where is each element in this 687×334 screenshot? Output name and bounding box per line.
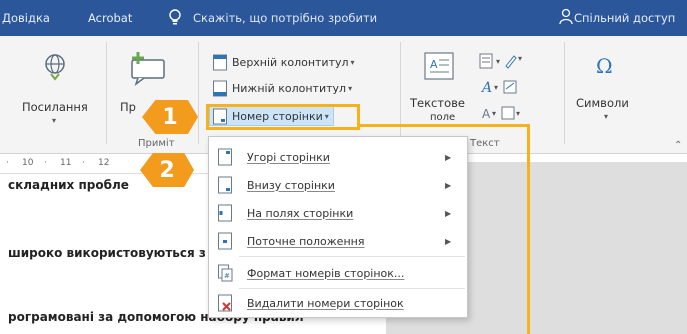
current-position-icon [218, 232, 232, 250]
menu-item-remove-page-numbers[interactable]: Видалити номери сторінок [209, 291, 467, 315]
svg-text:▾: ▾ [494, 83, 498, 92]
textbox-label-line2: поле [430, 112, 456, 123]
menu-separator [239, 256, 465, 257]
omega-symbol-icon: Ω [596, 54, 613, 78]
chevron-down-icon: ▾ [348, 83, 353, 93]
share-button[interactable]: Спільний доступ [574, 11, 675, 25]
ruler-tick: 12 [98, 158, 110, 168]
svg-text:A: A [482, 107, 491, 121]
connector-line [527, 124, 530, 334]
footer-icon [213, 80, 227, 96]
footer-button[interactable]: Нижній колонтитул ▾ [212, 78, 352, 98]
step-number: 2 [159, 157, 175, 183]
links-button[interactable]: Посилання [22, 100, 88, 114]
symbols-dropdown-caret[interactable]: ▾ [604, 112, 608, 121]
ribbon-separator [400, 42, 401, 144]
submenu-arrow-icon: ▶ [445, 208, 452, 218]
person-icon [559, 8, 573, 25]
wordart-icon[interactable]: A ▾ [478, 78, 518, 96]
ribbon-separator [198, 42, 199, 144]
format-page-numbers-icon: # [218, 264, 233, 282]
page-margins-icon [218, 204, 232, 222]
textbox-icon: A [424, 52, 454, 80]
header-icon [213, 54, 227, 70]
document-text-line: широко використовуються з [8, 246, 206, 260]
text-group-label: Текст [470, 138, 500, 149]
dropcap-object-icon[interactable]: A ▾ ▾ [478, 104, 522, 122]
collapse-ribbon-icon[interactable]: ⌃ [674, 140, 682, 151]
ruler-tick: 10 [22, 158, 34, 168]
menu-item-bottom-of-page[interactable]: Внизу сторінки ▶ [209, 173, 467, 197]
svg-text:A: A [430, 58, 438, 71]
menu-item-label: Внизу сторінки [247, 178, 335, 192]
ribbon-separator [106, 42, 107, 144]
submenu-arrow-icon: ▶ [445, 236, 452, 246]
footer-label: Нижній колонтитул [232, 81, 347, 95]
svg-text:▾: ▾ [492, 109, 496, 118]
menu-item-top-of-page[interactable]: Угорі сторінки ▶ [209, 145, 467, 169]
menu-item-format-page-numbers[interactable]: # Формат номерів сторінок... [209, 261, 467, 285]
svg-text:Ω: Ω [596, 54, 613, 78]
highlight-frame [206, 104, 360, 130]
header-label: Верхній колонтитул [232, 55, 349, 69]
comments-group-label: Приміт [138, 138, 175, 149]
comment-button[interactable]: Пр [120, 100, 136, 114]
menu-item-label: Поточне положення [247, 234, 365, 248]
remove-page-numbers-icon [218, 294, 232, 312]
tell-me-search[interactable]: Скажіть, що потрібно зробити [193, 11, 377, 25]
quick-parts-icon[interactable]: ▾ [478, 52, 518, 70]
tab-acrobat[interactable]: Acrobat [88, 11, 132, 25]
top-of-page-icon [218, 148, 232, 166]
submenu-arrow-icon: ▶ [445, 152, 452, 162]
menu-separator [239, 288, 465, 289]
svg-text:#: # [224, 272, 230, 280]
svg-text:▾: ▾ [516, 109, 520, 118]
links-dropdown-caret[interactable]: ▾ [52, 116, 56, 125]
svg-text:A: A [480, 80, 492, 96]
menu-item-label: Угорі сторінки [247, 150, 330, 164]
lightbulb-icon [169, 9, 181, 25]
new-comment-icon [131, 52, 165, 86]
ruler-tick: 11 [60, 158, 72, 168]
symbols-button[interactable]: Символи [576, 96, 629, 110]
tab-references[interactable]: Довідка [2, 11, 50, 25]
page-number-menu: Угорі сторінки ▶ Внизу сторінки ▶ На пол… [208, 136, 468, 318]
ribbon-tab-bar: Довідка Acrobat Скажіть, що потрібно зро… [0, 0, 687, 36]
textbox-label[interactable]: Текстове [410, 96, 465, 110]
chevron-down-icon: ▾ [350, 57, 355, 67]
connector-line [358, 124, 530, 127]
ribbon-separator [564, 42, 565, 144]
globe-link-icon [45, 54, 65, 81]
menu-item-label: На полях сторінки [247, 206, 354, 220]
document-text-line: складних пробле [8, 178, 129, 192]
menu-item-label: Формат номерів сторінок... [247, 266, 405, 280]
svg-text:▾: ▾ [496, 57, 500, 66]
bottom-of-page-icon [218, 176, 232, 194]
signature-dropdown-caret[interactable]: ▾ [518, 54, 522, 63]
menu-item-current-position[interactable]: Поточне положення ▶ [209, 229, 467, 253]
step-number: 1 [162, 104, 178, 130]
menu-item-label: Видалити номери сторінок [247, 296, 404, 310]
header-button[interactable]: Верхній колонтитул ▾ [212, 52, 355, 72]
submenu-arrow-icon: ▶ [445, 180, 452, 190]
menu-item-page-margins[interactable]: На полях сторінки ▶ [209, 201, 467, 225]
